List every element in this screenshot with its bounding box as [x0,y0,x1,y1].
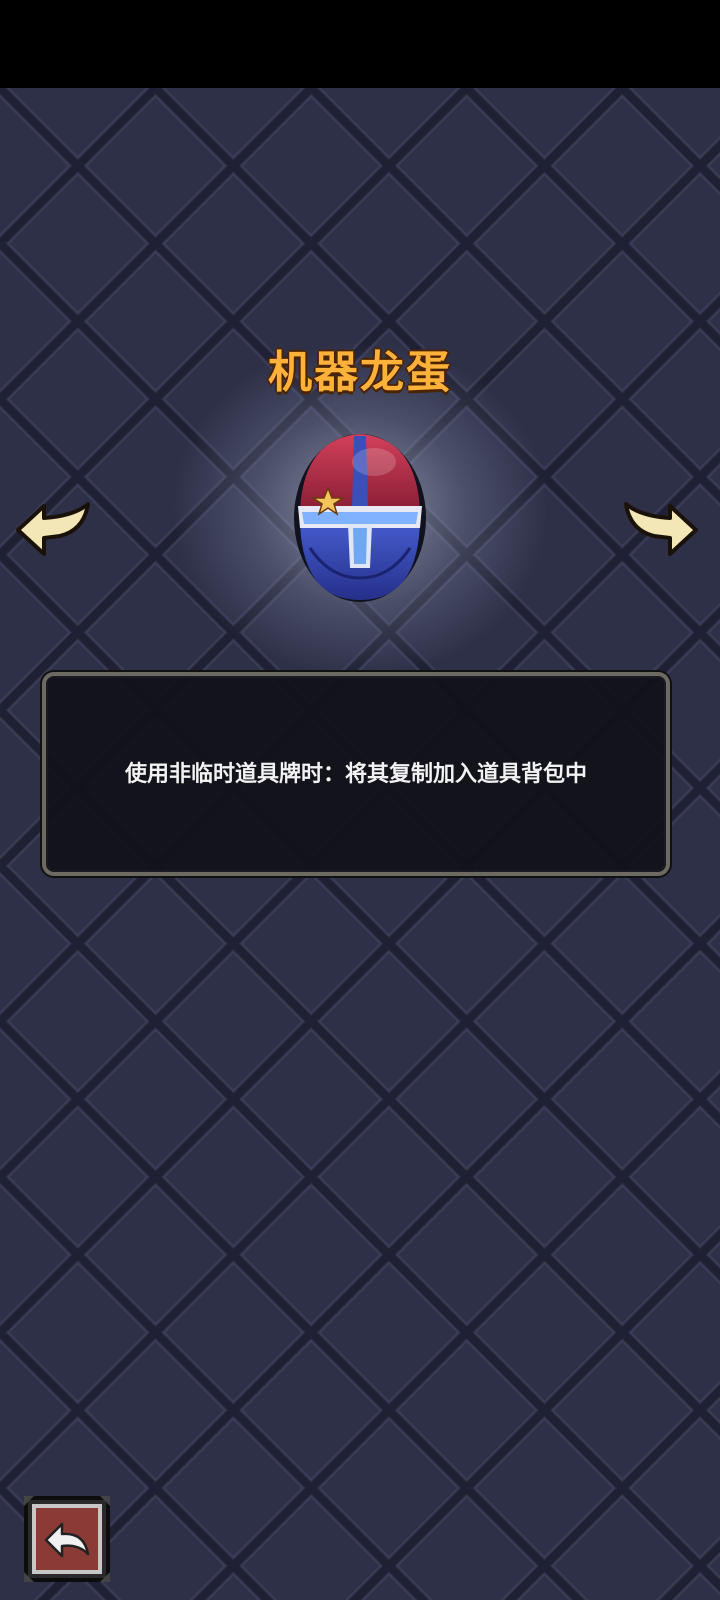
item-title: 机器龙蛋 [268,347,452,398]
prev-item-button[interactable] [14,500,94,560]
next-item-button[interactable] [620,500,700,560]
status-bar [0,0,720,88]
item-description: 使用非临时道具牌时：将其复制加入道具背包中 [124,762,587,787]
back-button[interactable] [22,1494,112,1584]
arrow-right-icon [624,502,698,556]
arrow-left-icon [16,502,90,556]
robot-dragon-egg-icon [290,428,430,604]
